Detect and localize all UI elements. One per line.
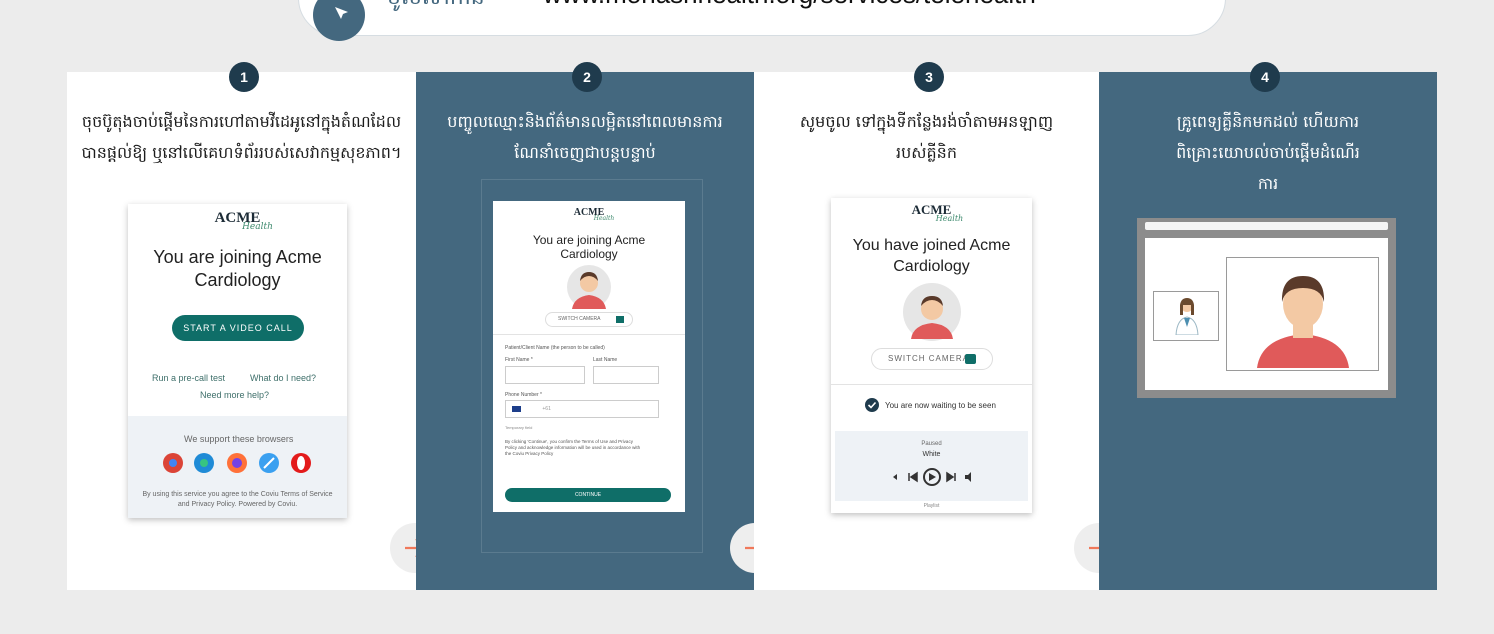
last-name-label: Last Name [593,357,618,363]
divider [831,384,1032,385]
url-label: ចូលទៅកាន់ [387,0,485,15]
waiting-status: You are now waiting to be seen [885,401,996,410]
continue-button[interactable]: CONTINUE [505,488,671,502]
browser-screen [1145,238,1388,390]
playlist-label: Playlist [923,503,940,509]
step-4-number: 4 [1250,62,1280,92]
start-video-call-button[interactable]: START A VIDEO CALL [172,315,304,341]
acme-logo: ACME Health [573,207,615,222]
check-circle-icon [865,398,879,412]
phone-field[interactable]: +61 [505,400,659,418]
step-1-number: 1 [229,62,259,92]
patient-heading: Patient/Client Name (the person to be ca… [505,345,605,351]
flag-icon [512,405,521,412]
browsers-caption: We support these browsers [184,434,294,444]
player-state: Paused [921,441,942,447]
step-2-number: 2 [572,62,602,92]
step-1-mockup: ACME Health You are joining Acme Cardiolo… [128,204,347,518]
clinician-thumbnail [1153,291,1219,341]
phone-label: Phone Number * [505,392,542,398]
pointer-icon [313,0,365,41]
terms-footer: By using this service you agree to the C… [142,491,333,508]
terms-text: By clicking 'Continue', you confirm the … [505,439,641,456]
video-consultation-illustration [1137,218,1396,398]
need-more-help-link[interactable]: Need more help? [200,390,269,400]
browser-address-bar [1145,222,1388,230]
pre-call-test-link[interactable]: Run a pre-call test [152,373,225,383]
step-3-number: 3 [914,62,944,92]
switch-camera-button[interactable]: SWITCH CAMERA [871,348,993,370]
patient-avatar-icon [1257,276,1349,368]
telehealth-url-link[interactable]: www.monashhealth.org/services/telehealth [543,0,1036,10]
what-do-i-need-link[interactable]: What do I need? [250,373,316,383]
step-3-panel: 3 សូមចូល ទៅក្នុងទីកន្លែងរង់ចាំតាមអនឡាញរប… [754,62,1124,590]
mockup-title: You are joining Acme Cardiology [153,247,322,290]
divider [493,334,685,335]
browser-logos-icons [163,453,311,473]
telehealth-steps-page: ចូលទៅកាន់ www.monashhealth.org/services/… [0,0,1494,634]
step-4-text: គ្រូពេទ្យគ្លីនិកមកដល់ ហើយការពិគ្រោះយោបល់… [1176,112,1360,193]
player-track: White [922,451,941,458]
step-3-mockup: ACME Health You have joined Acme Cardiolo… [831,198,1032,513]
last-name-field[interactable] [593,366,659,384]
camera-icon [616,316,624,323]
first-name-field[interactable] [505,366,585,384]
switch-camera-button[interactable]: SWITCH CAMERA [545,312,633,327]
player-controls-icons[interactable] [891,467,975,487]
user-avatar-icon [567,265,611,309]
url-banner: ចូលទៅកាន់ www.monashhealth.org/services/… [298,0,1226,41]
doctor-icon [1175,298,1199,335]
step-2-text: បញ្ចូលឈ្មោះនិងព័ត៌មានលម្អិតនៅពេលមានការណែ… [447,112,723,162]
acme-logo: ACME Health [911,202,964,223]
mockup-title: You have joined Acme Cardiology [852,237,1011,275]
music-player: Paused White [835,431,1028,501]
step-2-panel: 2 បញ្ចូលឈ្មោះនិងព័ត៌មានលម្អិតនៅពេលមានការ… [416,62,780,590]
step-3-text: សូមចូល ទៅក្នុងទីកន្លែងរង់ចាំតាមអនឡាញរបស់… [799,112,1054,162]
user-avatar-icon [903,283,961,341]
step-4-panel: 4 គ្រូពេទ្យគ្លីនិកមកដល់ ហើយការពិគ្រោះយោប… [1099,62,1437,590]
first-name-label: First Name * [505,357,533,363]
temp-hint: Temporary field [505,425,533,430]
patient-video-frame [1226,257,1379,371]
mockup-title: You are joining Acme Cardiology [532,233,646,261]
step-1-text: ចុចប៊ូតុងចាប់ផ្តើមនៃការហៅតាមវីដេអូនៅក្នុ… [81,112,402,162]
acme-logo: ACME Health [214,210,273,232]
camera-icon [965,354,976,364]
browser-support-band: We support these browsers By using this … [128,416,347,518]
step-1-panel: 1 ចុចប៊ូតុងចាប់ផ្តើមនៃការហៅតាមវីដេអូនៅក្… [67,62,440,590]
step-2-mockup: ACME Health You are joining Acme Cardiolo… [493,201,685,512]
